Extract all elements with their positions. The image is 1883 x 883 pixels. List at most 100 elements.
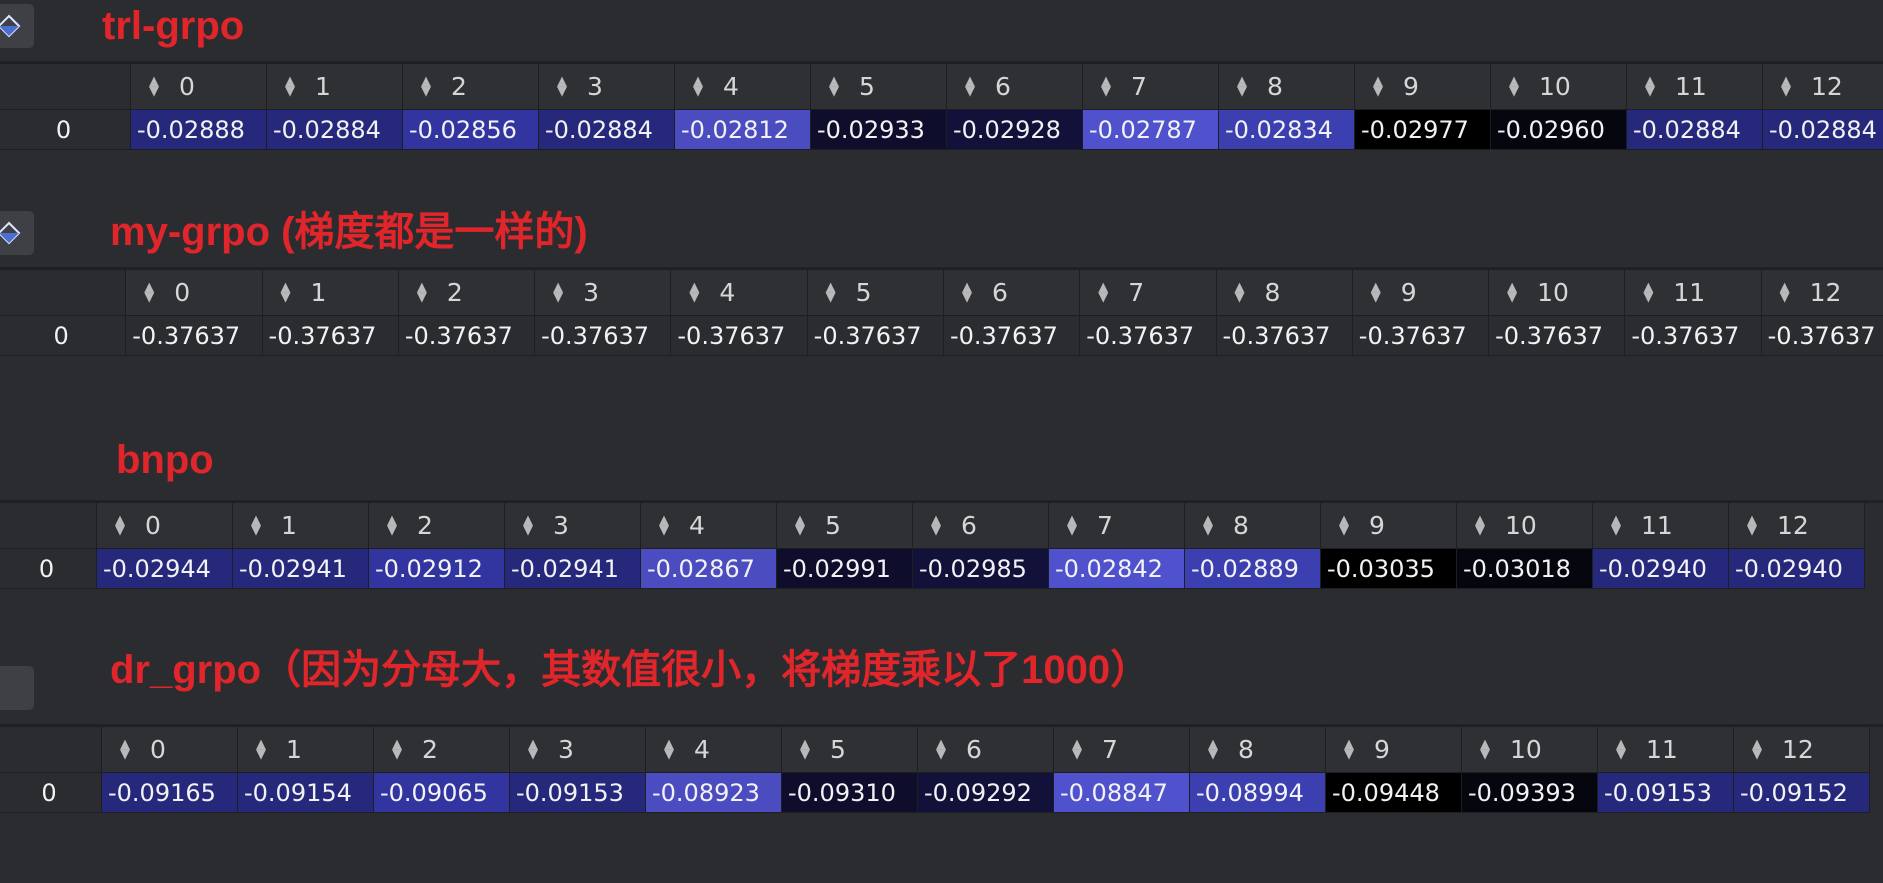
table-cell[interactable]: -0.02940 xyxy=(1592,548,1729,589)
column-header-12[interactable]: ▲ ▼ 12 xyxy=(1762,63,1883,110)
sort-icon[interactable]: ▲ ▼ xyxy=(421,75,445,98)
sort-icon[interactable]: ▲ ▼ xyxy=(1373,75,1397,98)
column-header-11[interactable]: ▲ ▼ 11 xyxy=(1592,502,1729,549)
column-header-1[interactable]: ▲ ▼ 1 xyxy=(237,726,374,773)
table-cell[interactable]: -0.37637 xyxy=(397,315,536,356)
output-widget-button[interactable] xyxy=(0,211,34,255)
column-header-3[interactable]: ▲ ▼ 3 xyxy=(538,63,675,110)
sort-icon[interactable]: ▲ ▼ xyxy=(693,75,717,98)
sort-icon[interactable]: ▲ ▼ xyxy=(251,514,275,537)
table-cell[interactable]: -0.09152 xyxy=(1733,772,1870,813)
table-cell[interactable]: -0.02884 xyxy=(1762,109,1883,150)
table-cell[interactable]: -0.02977 xyxy=(1354,109,1491,150)
table-cell[interactable]: -0.37637 xyxy=(534,315,672,356)
table-cell[interactable]: -0.37637 xyxy=(670,315,808,356)
column-header-1[interactable]: ▲ ▼ 1 xyxy=(266,63,403,110)
sort-icon[interactable]: ▲ ▼ xyxy=(417,281,441,304)
table-cell[interactable]: -0.37637 xyxy=(125,315,263,356)
column-header-9[interactable]: ▲ ▼ 9 xyxy=(1325,726,1462,773)
column-header-7[interactable]: ▲ ▼ 7 xyxy=(1053,726,1190,773)
column-header-5[interactable]: ▲ ▼ 5 xyxy=(776,502,913,549)
sort-icon[interactable]: ▲ ▼ xyxy=(965,75,989,98)
sort-icon[interactable]: ▲ ▼ xyxy=(689,281,713,304)
column-header-10[interactable]: ▲ ▼ 10 xyxy=(1456,502,1593,549)
table-cell[interactable]: -0.02941 xyxy=(232,548,369,589)
sort-icon[interactable]: ▲ ▼ xyxy=(528,738,552,761)
table-cell[interactable]: -0.02941 xyxy=(504,548,641,589)
column-header-1[interactable]: ▲ ▼ 1 xyxy=(261,269,399,316)
table-cell[interactable]: -0.02787 xyxy=(1082,109,1219,150)
table-cell[interactable]: -0.02884 xyxy=(538,109,675,150)
column-header-8[interactable]: ▲ ▼ 8 xyxy=(1218,63,1355,110)
column-header-9[interactable]: ▲ ▼ 9 xyxy=(1354,63,1491,110)
column-header-11[interactable]: ▲ ▼ 11 xyxy=(1597,726,1734,773)
column-header-0[interactable]: ▲ ▼ 0 xyxy=(125,269,263,316)
table-cell[interactable]: -0.02834 xyxy=(1218,109,1355,150)
sort-icon[interactable]: ▲ ▼ xyxy=(387,514,411,537)
sort-icon[interactable]: ▲ ▼ xyxy=(285,75,309,98)
table-cell[interactable]: -0.09393 xyxy=(1461,772,1598,813)
column-header-2[interactable]: ▲ ▼ 2 xyxy=(397,269,536,316)
column-header-6[interactable]: ▲ ▼ 6 xyxy=(912,502,1049,549)
column-header-4[interactable]: ▲ ▼ 4 xyxy=(674,63,811,110)
table-cell[interactable]: -0.08847 xyxy=(1053,772,1190,813)
column-header-7[interactable]: ▲ ▼ 7 xyxy=(1079,269,1217,316)
sort-icon[interactable]: ▲ ▼ xyxy=(1781,75,1805,98)
table-cell[interactable]: -0.09292 xyxy=(917,772,1054,813)
table-cell[interactable]: -0.09310 xyxy=(781,772,918,813)
column-header-0[interactable]: ▲ ▼ 0 xyxy=(130,63,267,110)
column-header-11[interactable]: ▲ ▼ 11 xyxy=(1626,63,1763,110)
sort-icon[interactable]: ▲ ▼ xyxy=(936,738,960,761)
sort-icon[interactable]: ▲ ▼ xyxy=(120,738,144,761)
output-widget-button[interactable] xyxy=(0,4,34,48)
table-cell[interactable]: -0.02884 xyxy=(1626,109,1763,150)
table-cell[interactable]: -0.03018 xyxy=(1456,548,1593,589)
table-cell[interactable]: -0.09153 xyxy=(509,772,646,813)
table-cell[interactable]: -0.02928 xyxy=(946,109,1083,150)
table-cell[interactable]: -0.09448 xyxy=(1325,772,1462,813)
table-cell[interactable]: -0.09065 xyxy=(373,772,510,813)
column-header-12[interactable]: ▲ ▼ 12 xyxy=(1728,502,1865,549)
table-cell[interactable]: -0.37637 xyxy=(1760,315,1883,356)
column-header-2[interactable]: ▲ ▼ 2 xyxy=(368,502,505,549)
column-header-8[interactable]: ▲ ▼ 8 xyxy=(1215,269,1353,316)
sort-icon[interactable]: ▲ ▼ xyxy=(659,514,683,537)
sort-icon[interactable]: ▲ ▼ xyxy=(149,75,173,98)
column-header-6[interactable]: ▲ ▼ 6 xyxy=(942,269,1081,316)
table-cell[interactable]: -0.37637 xyxy=(806,315,944,356)
sort-icon[interactable]: ▲ ▼ xyxy=(1371,281,1395,304)
column-header-1[interactable]: ▲ ▼ 1 xyxy=(232,502,369,549)
sort-icon[interactable]: ▲ ▼ xyxy=(826,281,850,304)
column-header-8[interactable]: ▲ ▼ 8 xyxy=(1184,502,1321,549)
table-cell[interactable]: -0.09153 xyxy=(1597,772,1734,813)
table-cell[interactable]: -0.02842 xyxy=(1048,548,1185,589)
column-header-6[interactable]: ▲ ▼ 6 xyxy=(917,726,1054,773)
column-header-10[interactable]: ▲ ▼ 10 xyxy=(1490,63,1627,110)
sort-icon[interactable]: ▲ ▼ xyxy=(1067,514,1091,537)
sort-icon[interactable]: ▲ ▼ xyxy=(1480,738,1504,761)
sort-icon[interactable]: ▲ ▼ xyxy=(1101,75,1125,98)
column-header-12[interactable]: ▲ ▼ 12 xyxy=(1760,269,1883,316)
sort-icon[interactable]: ▲ ▼ xyxy=(144,281,168,304)
sort-icon[interactable]: ▲ ▼ xyxy=(1208,738,1232,761)
column-header-11[interactable]: ▲ ▼ 11 xyxy=(1624,269,1762,316)
table-cell[interactable]: -0.02940 xyxy=(1728,548,1865,589)
output-widget-button[interactable] xyxy=(0,666,34,710)
sort-icon[interactable]: ▲ ▼ xyxy=(1616,738,1640,761)
sort-icon[interactable]: ▲ ▼ xyxy=(1611,514,1635,537)
column-header-5[interactable]: ▲ ▼ 5 xyxy=(810,63,947,110)
table-cell[interactable]: -0.37637 xyxy=(942,315,1081,356)
sort-icon[interactable]: ▲ ▼ xyxy=(1509,75,1533,98)
column-header-3[interactable]: ▲ ▼ 3 xyxy=(504,502,641,549)
column-header-0[interactable]: ▲ ▼ 0 xyxy=(101,726,238,773)
table-cell[interactable]: -0.37637 xyxy=(1079,315,1217,356)
sort-icon[interactable]: ▲ ▼ xyxy=(1098,281,1122,304)
sort-icon[interactable]: ▲ ▼ xyxy=(1237,75,1261,98)
sort-icon[interactable]: ▲ ▼ xyxy=(664,738,688,761)
column-header-6[interactable]: ▲ ▼ 6 xyxy=(946,63,1083,110)
sort-icon[interactable]: ▲ ▼ xyxy=(962,281,986,304)
column-header-3[interactable]: ▲ ▼ 3 xyxy=(534,269,672,316)
sort-icon[interactable]: ▲ ▼ xyxy=(1780,281,1804,304)
sort-icon[interactable]: ▲ ▼ xyxy=(523,514,547,537)
sort-icon[interactable]: ▲ ▼ xyxy=(1235,281,1259,304)
